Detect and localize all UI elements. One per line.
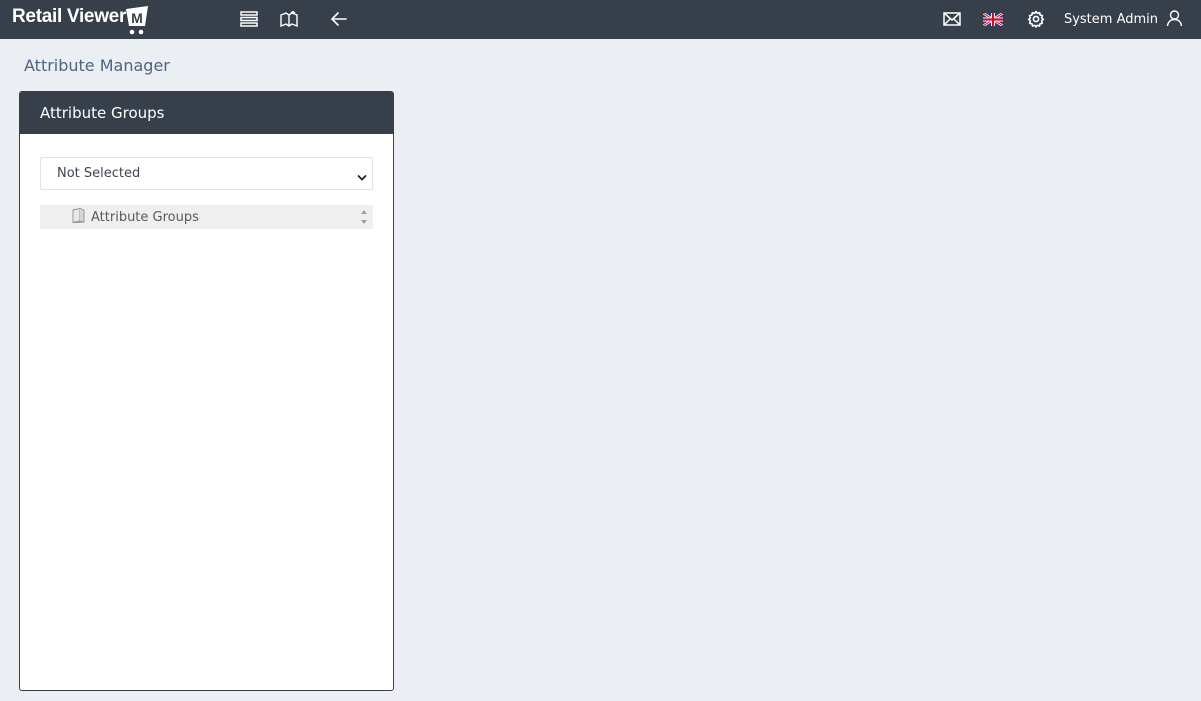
user-menu[interactable]: System Admin [1064, 0, 1183, 39]
mail-icon[interactable] [942, 9, 962, 29]
scroll-down-icon[interactable] [361, 220, 367, 224]
arrow-left-icon[interactable] [329, 9, 349, 29]
scroll-up-icon[interactable] [361, 210, 367, 214]
attribute-group-select[interactable]: Not Selected [40, 157, 373, 190]
attribute-groups-tree: Attribute Groups [40, 205, 373, 229]
username-label: System Admin [1063, 12, 1158, 27]
svg-text:M: M [131, 10, 143, 26]
chevron-down-icon [357, 168, 367, 187]
app-logo[interactable]: Retail Viewer M [12, 4, 151, 36]
logo-text: Retail Viewer [12, 6, 127, 27]
tree-item-label: Attribute Groups [91, 209, 199, 225]
gear-icon[interactable] [1026, 9, 1046, 29]
tree-item[interactable]: Attribute Groups [70, 205, 199, 229]
tree-scroll-arrows[interactable] [361, 208, 369, 226]
top-navbar: Retail Viewer M System Admin [0, 0, 1201, 39]
list-icon[interactable] [239, 9, 259, 29]
attribute-groups-panel: Attribute Groups Not Selected Attribute … [19, 91, 394, 691]
select-value: Not Selected [57, 166, 141, 181]
panel-title: Attribute Groups [20, 92, 393, 134]
page-title: Attribute Manager [24, 56, 170, 75]
user-icon [1166, 9, 1183, 31]
folder-icon [70, 207, 86, 227]
cart-logo-icon: M [125, 4, 151, 36]
uk-flag-icon[interactable] [983, 9, 1003, 29]
book-open-icon[interactable] [279, 9, 299, 29]
